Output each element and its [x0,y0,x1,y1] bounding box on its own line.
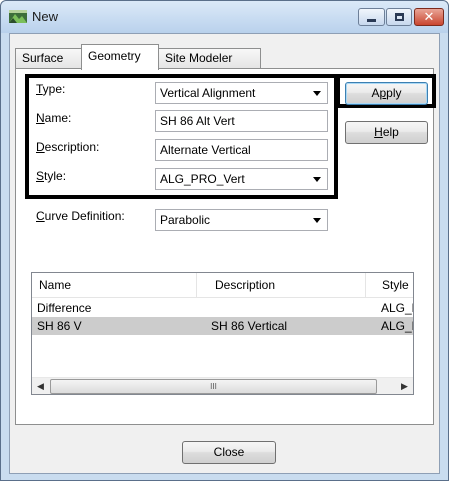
alignment-list[interactable]: Name Description Style Difference ALG_E … [31,272,414,395]
type-label: Type: [36,82,66,96]
curve-definition-value: Parabolic [160,213,211,227]
style-dropdown[interactable]: ALG_PRO_Vert [155,168,328,190]
window-title: New [32,9,59,24]
maximize-icon [387,9,411,25]
row-description: SH 86 Vertical [211,319,288,333]
close-button[interactable]: Close [182,441,276,464]
chevron-down-icon [313,91,321,96]
row-style: ALG_F [381,319,413,333]
row-name: Difference [37,301,92,315]
scroll-right-icon[interactable]: ▶ [396,378,413,394]
apply-button[interactable]: Apply [345,82,428,105]
horizontal-scrollbar[interactable]: ◀ III ▶ [32,377,413,394]
list-header: Name Description Style [32,273,413,298]
style-value: ALG_PRO_Vert [160,172,245,186]
curve-definition-label: Curve Definition: [36,209,125,223]
title-bar[interactable]: New ✕ [1,1,448,33]
window-app-icon [9,10,27,23]
dialog-client-area: Surface Geometry Site Modeler Type: Vert… [9,33,440,474]
row-name: SH 86 V [37,319,82,333]
name-field[interactable]: SH 86 Alt Vert [155,110,328,132]
name-label: Name: [36,111,72,125]
tab-surface[interactable]: Surface [15,48,82,69]
close-window-button[interactable]: ✕ [414,8,444,26]
list-row[interactable]: SH 86 V SH 86 Vertical ALG_F [32,317,413,335]
minimize-button[interactable] [358,8,385,26]
scroll-left-icon[interactable]: ◀ [32,378,49,394]
column-divider [365,273,366,298]
style-label: Style: [36,169,67,183]
grip-icon: III [210,382,217,391]
column-header-name[interactable]: Name [39,278,71,292]
type-value: Vertical Alignment [160,86,256,100]
column-header-description[interactable]: Description [215,278,275,292]
column-header-style[interactable]: Style [382,278,409,292]
description-field[interactable]: Alternate Vertical [155,139,328,161]
help-button[interactable]: Help [345,121,428,144]
close-icon: ✕ [423,9,435,25]
list-row[interactable]: Difference ALG_E [32,299,413,317]
column-divider [196,273,197,298]
curve-definition-dropdown[interactable]: Parabolic [155,209,328,231]
tab-geometry[interactable]: Geometry [81,44,159,70]
scrollbar-thumb[interactable]: III [50,379,377,394]
row-style: ALG_E [381,301,413,315]
chevron-down-icon [313,218,321,223]
description-label: Description: [36,140,100,154]
minimize-icon [359,9,384,25]
chevron-down-icon [313,177,321,182]
maximize-button[interactable] [386,8,412,26]
type-dropdown[interactable]: Vertical Alignment [155,82,328,104]
tab-site-modeler[interactable]: Site Modeler [158,48,261,69]
dialog-window: New ✕ Surface Geometry Site Modeler Type… [0,0,449,481]
